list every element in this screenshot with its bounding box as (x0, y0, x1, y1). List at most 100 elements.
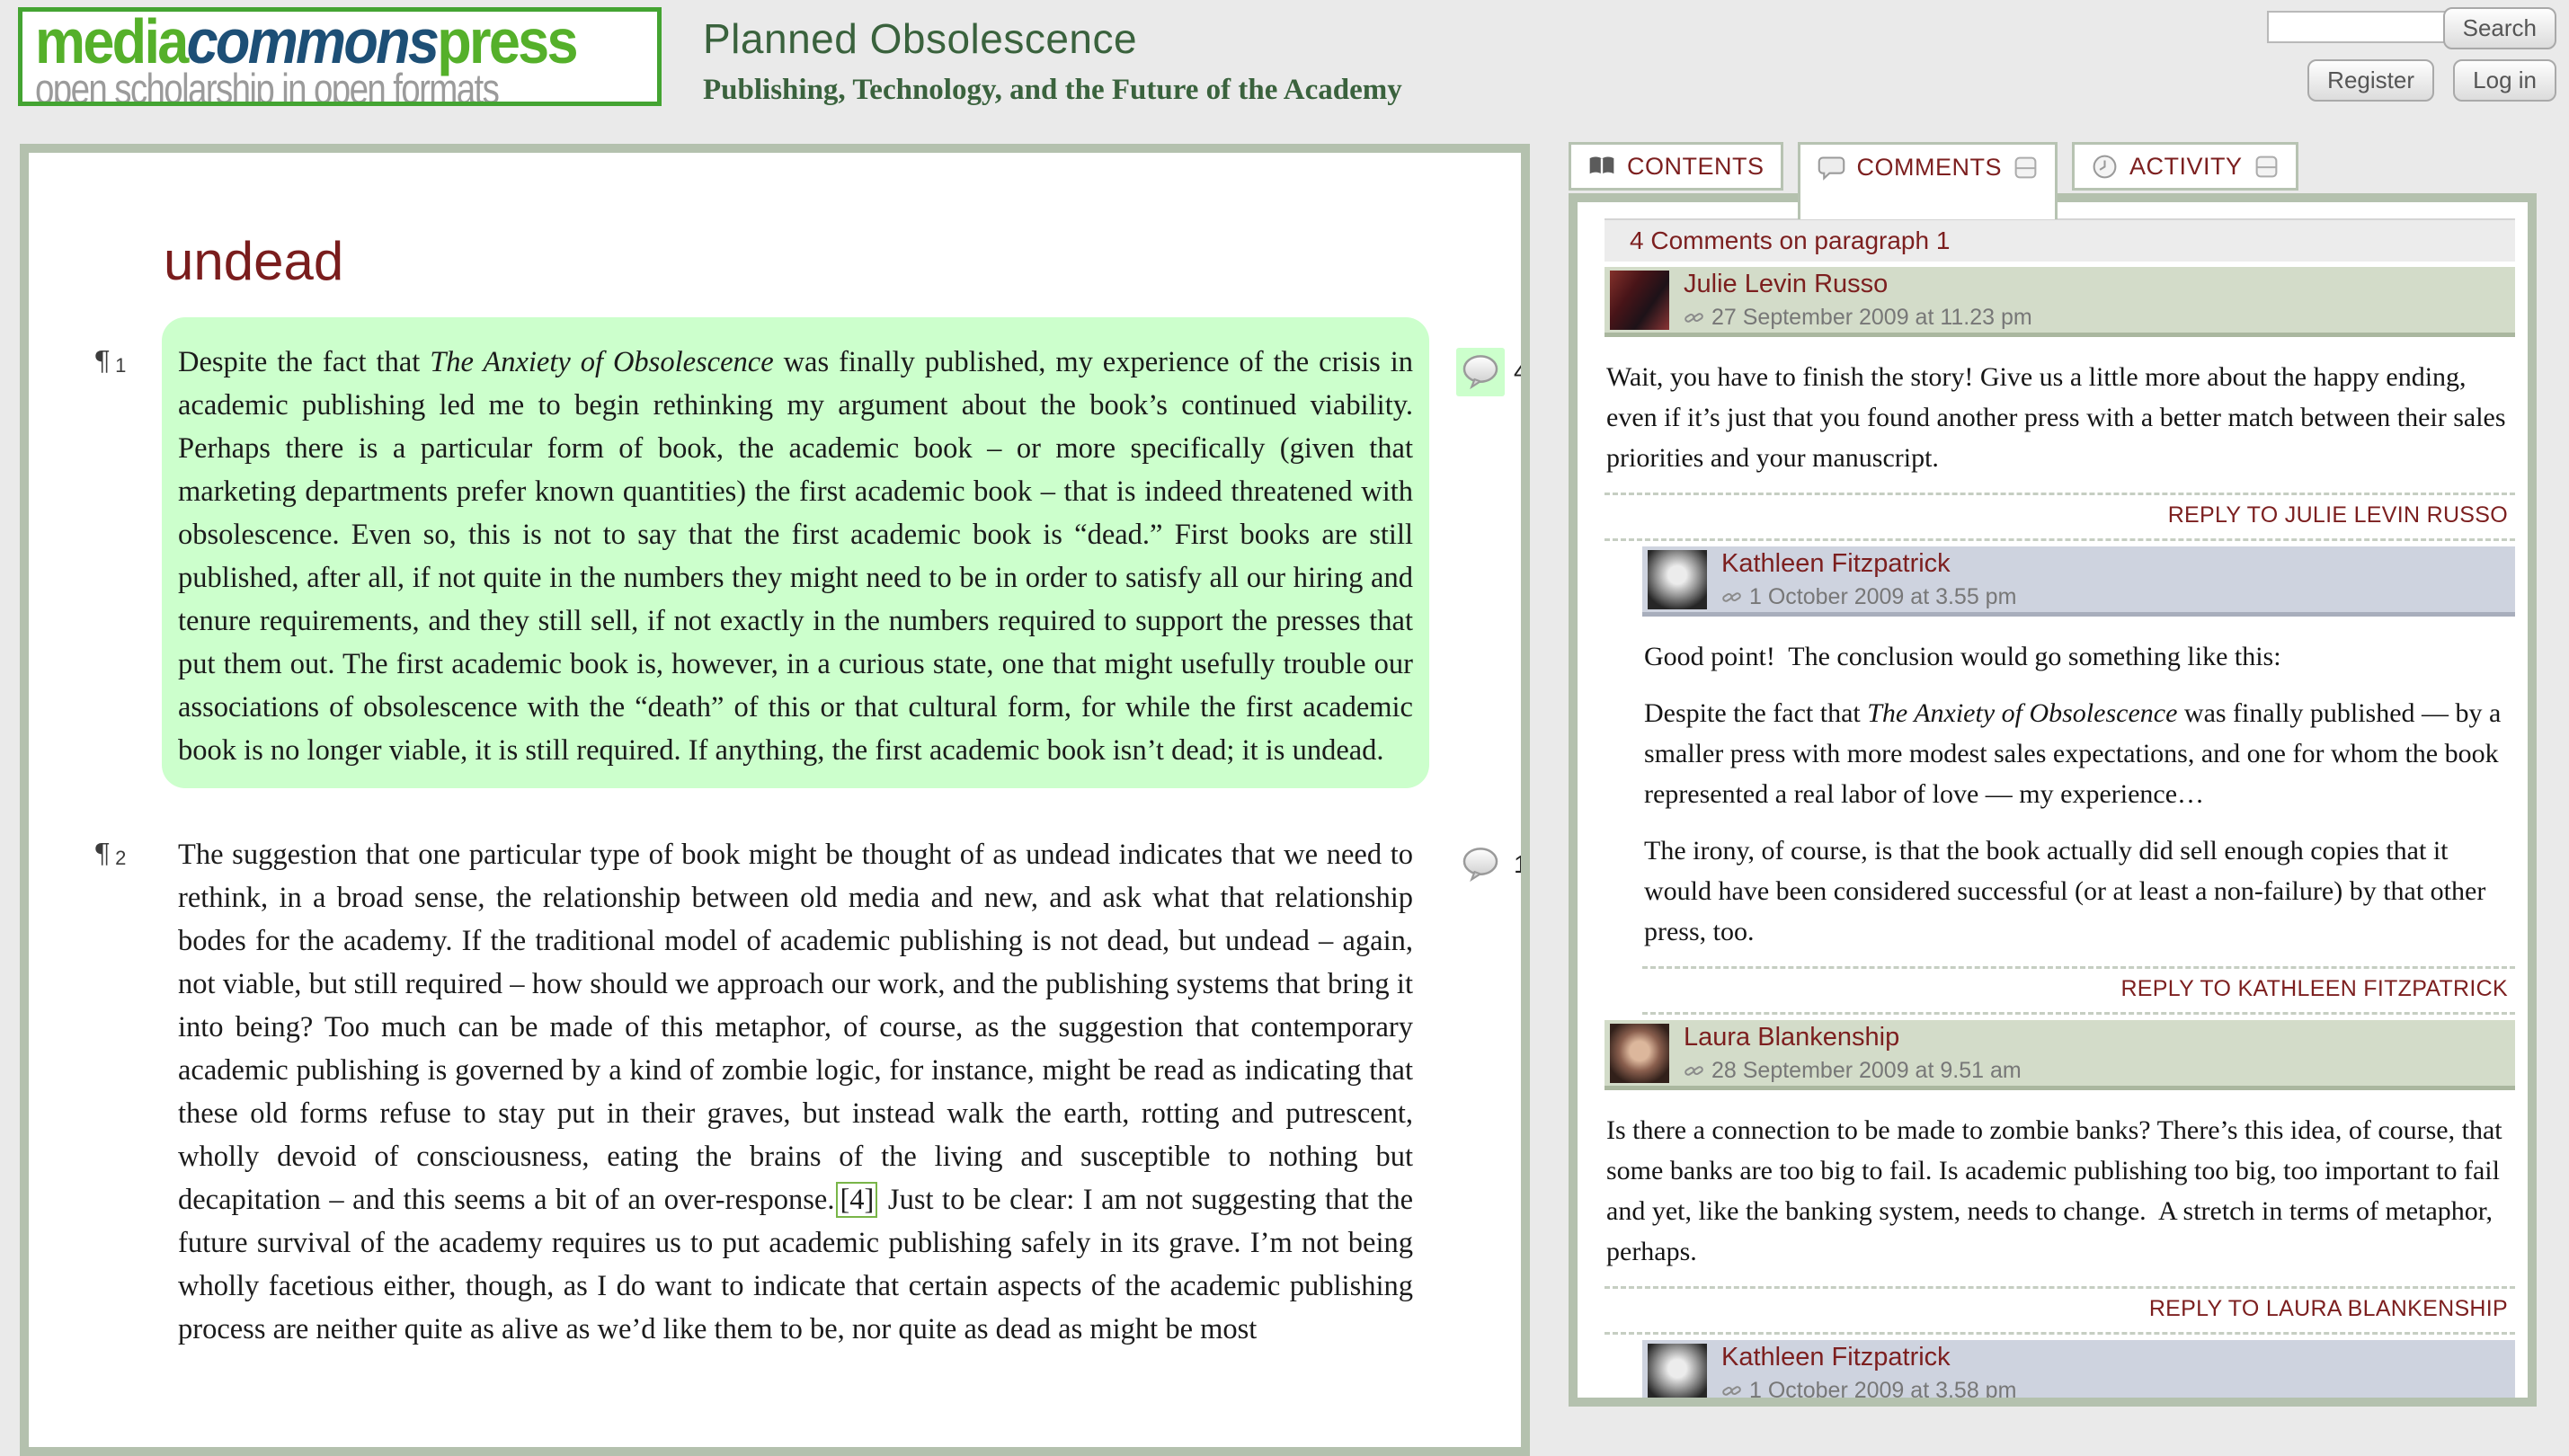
paragraph-number: 1 (115, 354, 126, 377)
comment-author-info: Laura Blankenship 28 September 2009 at 9.… (1684, 1023, 2022, 1084)
comment-author-info: Kathleen Fitzpatrick 1 October 2009 at 3.… (1721, 1343, 2016, 1404)
comment-header: Laura Blankenship 28 September 2009 at 9.… (1605, 1020, 2515, 1090)
paragraph-number: 2 (115, 847, 126, 869)
comment-bubble-icon (1460, 351, 1501, 393)
reply-row: REPLY TO JULIE LEVIN RUSSO (1605, 493, 2515, 541)
paragraph-marker[interactable]: ¶1 (93, 346, 126, 377)
avatar (1610, 1024, 1669, 1083)
document-panel: undead ¶1Despite the fact that The Anxie… (20, 144, 1530, 1456)
comment-author[interactable]: Julie Levin Russo (1684, 270, 2032, 299)
comment-paragraph: Despite the fact that The Anxiety of Obs… (1644, 693, 2510, 814)
comment: Laura Blankenship 28 September 2009 at 9.… (1605, 1020, 2515, 1335)
comment-count: 10 (1514, 850, 1530, 879)
reply-link[interactable]: REPLY TO LAURA BLANKENSHIP (2149, 1296, 2508, 1321)
reply-row: REPLY TO LAURA BLANKENSHIP (1605, 1286, 2515, 1335)
comment-paragraph: Good point! The conclusion would go some… (1644, 636, 2510, 677)
reply-link[interactable]: REPLY TO JULIE LEVIN RUSSO (2168, 502, 2508, 528)
pilcrow-glyph: ¶ (93, 839, 111, 870)
tab-label-comments: COMMENTS (1857, 154, 2003, 182)
pane-icon (2013, 155, 2039, 181)
login-button[interactable]: Log in (2453, 59, 2556, 102)
comment-bubble-icon (1460, 844, 1501, 885)
comment-bubble-wrap (1456, 348, 1505, 396)
search-button[interactable]: Search (2443, 7, 2556, 49)
comment-paragraph: The irony, of course, is that the book a… (1644, 830, 2510, 952)
tab-label-contents: CONTENTS (1627, 153, 1765, 181)
comment-permalink[interactable]: 1 October 2009 at 3.55 pm (1721, 584, 2016, 610)
text-run: Good point! The conclusion would go some… (1644, 642, 2281, 671)
reply-row: REPLY TO KATHLEEN FITZPATRICK (1642, 966, 2515, 1015)
book-icon (1587, 152, 1616, 181)
comments-panel-header: 4 Comments on paragraph 1 (1605, 218, 2515, 262)
comment-author[interactable]: Kathleen Fitzpatrick (1721, 549, 2016, 579)
comment-date: 1 October 2009 at 3.58 pm (1749, 1378, 2016, 1404)
tab-label-activity: ACTIVITY (2129, 153, 2243, 181)
tab-contents[interactable]: CONTENTS (1569, 142, 1783, 191)
text-run: Despite the fact that (178, 346, 430, 378)
comment-bubble-wrap (1456, 840, 1505, 889)
link-icon (1721, 587, 1742, 608)
italic-text: The Anxiety of Obsolescence (430, 346, 773, 378)
avatar (1610, 271, 1669, 330)
comment-paragraph: Wait, you have to finish the story! Give… (1606, 357, 2510, 478)
comment-date: 27 September 2009 at 11.23 pm (1711, 305, 2032, 331)
document-paragraph: ¶2 The suggestion that one particular typ… (29, 810, 1521, 1367)
document-paragraph-list: ¶1Despite the fact that The Anxiety of O… (29, 317, 1521, 1367)
tab-comments[interactable]: COMMENTS (1798, 142, 2058, 219)
comments-sidebar: CONTENTS COMMENTS ACTIVITY 4 Comments on p… (1569, 142, 2537, 1407)
comment: Kathleen Fitzpatrick 1 October 2009 at 3.… (1642, 1340, 2515, 1407)
comment: Kathleen Fitzpatrick 1 October 2009 at 3.… (1642, 546, 2515, 1015)
comment-author-info: Julie Levin Russo 27 September 2009 at 11… (1684, 270, 2032, 331)
paragraph-comment-count[interactable]: 10 (1456, 840, 1530, 889)
text-run: Wait, you have to finish the story! Give… (1606, 362, 2506, 473)
tab-activity[interactable]: ACTIVITY (2072, 142, 2298, 191)
page-title: undead (164, 230, 1521, 292)
comment-header: Julie Levin Russo 27 September 2009 at 11… (1605, 267, 2515, 337)
link-icon (1684, 1061, 1704, 1081)
comment-count: 4 (1514, 358, 1528, 386)
clock-icon (2091, 153, 2119, 181)
paragraph-text[interactable]: The suggestion that one particular type … (162, 810, 1429, 1367)
comment-permalink[interactable]: 1 October 2009 at 3.58 pm (1721, 1378, 2016, 1404)
paragraph-marker[interactable]: ¶2 (93, 839, 126, 870)
comments-panel: 4 Comments on paragraph 1 Julie Levin Ru… (1569, 193, 2537, 1407)
avatar (1648, 1344, 1707, 1403)
footnote-link[interactable]: [4] (836, 1182, 877, 1218)
comment-header: Kathleen Fitzpatrick 1 October 2009 at 3.… (1642, 546, 2515, 617)
comment-author[interactable]: Laura Blankenship (1684, 1023, 2022, 1052)
comments-list: Julie Levin Russo 27 September 2009 at 11… (1605, 267, 2515, 1407)
title-block: Planned Obsolescence Publishing, Technol… (703, 14, 1402, 107)
comment-header: Kathleen Fitzpatrick 1 October 2009 at 3.… (1642, 1340, 2515, 1407)
comment-body: Good point! The conclusion would go some… (1642, 617, 2515, 966)
reply-link[interactable]: REPLY TO KATHLEEN FITZPATRICK (2120, 976, 2508, 1001)
speech-bubble-icon (1817, 153, 1846, 182)
pane-icon (2253, 154, 2280, 180)
sidebar-tabs: CONTENTS COMMENTS ACTIVITY (1569, 142, 2537, 193)
comment-date: 1 October 2009 at 3.55 pm (1749, 584, 2016, 610)
logo-wordmark: mediacommonspress (35, 13, 595, 69)
text-run: Despite the fact that (1644, 698, 1867, 728)
comment-paragraph: Is there a connection to be made to zomb… (1606, 1110, 2510, 1272)
comment-author[interactable]: Kathleen Fitzpatrick (1721, 1343, 2016, 1372)
comment-permalink[interactable]: 27 September 2009 at 11.23 pm (1684, 305, 2032, 331)
comment-body: Wait, you have to finish the story! Give… (1605, 337, 2515, 493)
text-run: Is there a connection to be made to zomb… (1606, 1115, 2502, 1266)
comment: Julie Levin Russo 27 September 2009 at 11… (1605, 267, 2515, 541)
paragraph-text[interactable]: Despite the fact that The Anxiety of Obs… (162, 317, 1429, 788)
text-run: was finally published, my experience of … (178, 346, 1413, 767)
link-icon (1684, 307, 1704, 328)
site-header: mediacommonspress open scholarship in op… (0, 0, 2569, 140)
text-run: The irony, of course, is that the book a… (1644, 836, 2485, 946)
document-paragraph: ¶1 Despite the fact that The Anxiety of O… (29, 317, 1521, 788)
paragraph-comment-count[interactable]: 4 (1456, 348, 1528, 396)
italic-text: The Anxiety of Obsolescence (1867, 698, 2177, 728)
link-icon (1721, 1381, 1742, 1401)
book-title[interactable]: Planned Obsolescence (703, 14, 1402, 63)
comment-body: Is there a connection to be made to zomb… (1605, 1090, 2515, 1286)
register-button[interactable]: Register (2307, 59, 2434, 102)
pilcrow-glyph: ¶ (93, 346, 111, 377)
comment-permalink[interactable]: 28 September 2009 at 9.51 am (1684, 1058, 2022, 1084)
site-logo[interactable]: mediacommonspress open scholarship in op… (18, 7, 662, 106)
search-input[interactable] (2267, 11, 2454, 43)
avatar (1648, 550, 1707, 609)
